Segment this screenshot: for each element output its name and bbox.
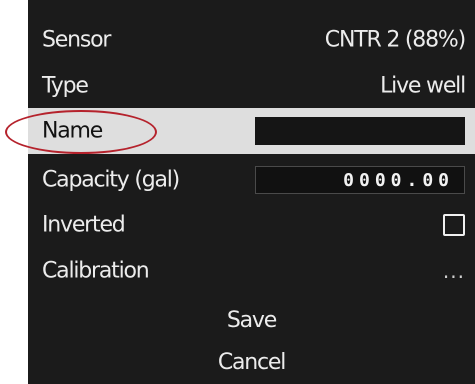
cancel-button[interactable]: Cancel xyxy=(28,344,475,382)
capacity-input[interactable]: 0000.00 xyxy=(255,166,465,194)
inverted-checkbox[interactable] xyxy=(443,214,465,236)
name-highlight-ring xyxy=(5,110,157,154)
calibration-row[interactable]: Calibration ... xyxy=(28,248,475,294)
inverted-label: Inverted xyxy=(42,212,126,238)
capacity-label: Capacity (gal) xyxy=(42,167,180,193)
type-label: Type xyxy=(42,73,89,99)
sensor-row[interactable]: Sensor CNTR 2 (88%) xyxy=(28,17,475,63)
capacity-row[interactable]: Capacity (gal) 0000.00 xyxy=(28,157,475,203)
save-button[interactable]: Save xyxy=(28,302,475,340)
inverted-row[interactable]: Inverted xyxy=(28,202,475,248)
sensor-settings-panel: Sensor CNTR 2 (88%) Type Live well Name … xyxy=(28,0,475,384)
type-value: Live well xyxy=(380,73,466,99)
name-input[interactable] xyxy=(255,117,465,145)
sensor-value: CNTR 2 (88%) xyxy=(324,27,466,53)
sensor-label: Sensor xyxy=(42,27,111,53)
calibration-label: Calibration xyxy=(42,258,150,284)
type-row[interactable]: Type Live well xyxy=(28,63,475,109)
calibration-more-icon[interactable]: ... xyxy=(443,259,465,283)
